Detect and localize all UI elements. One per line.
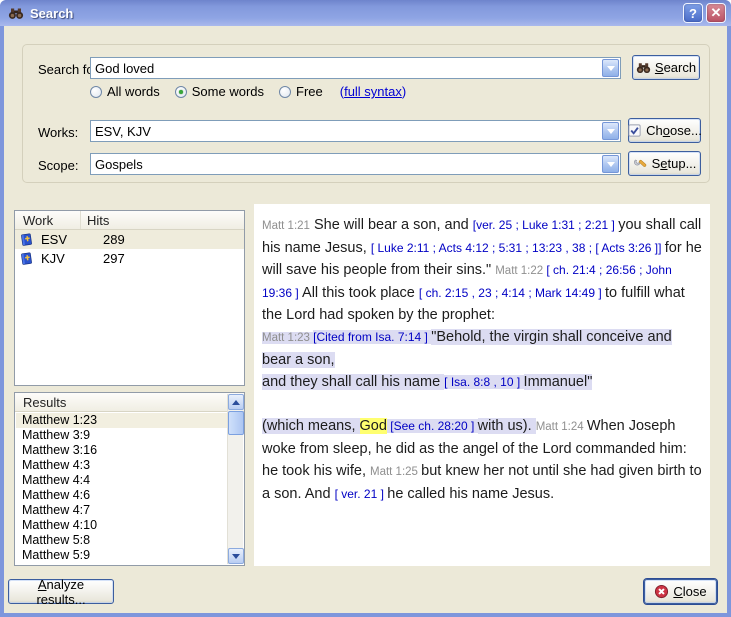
table-row[interactable]: KJV 297 xyxy=(15,249,244,268)
combobox-value: Gospels xyxy=(91,157,602,172)
work-name: KJV xyxy=(41,251,85,266)
results-header[interactable]: Results xyxy=(15,393,244,412)
works-label: Works: xyxy=(38,125,78,140)
scroll-down-icon[interactable] xyxy=(228,548,244,564)
combobox-value: ESV, KJV xyxy=(91,124,602,139)
search-dialog: Search ? ✕ Search for: God loved Search … xyxy=(0,0,731,617)
search-button[interactable]: Search xyxy=(632,55,700,80)
verse-text-pane: Matt 1:21 She will bear a son, and [ver.… xyxy=(254,204,710,566)
hits-column-header[interactable]: Hits xyxy=(81,211,244,229)
works-hits-rows: ESV 289 KJV 297 xyxy=(15,230,244,268)
close-circle-icon xyxy=(654,584,669,599)
window-title: Search xyxy=(30,6,680,21)
close-window-button[interactable]: ✕ xyxy=(706,3,726,23)
list-item[interactable]: Matthew 1:23 xyxy=(16,413,227,428)
choose-works-button[interactable]: Choose... xyxy=(628,118,701,143)
verse-label: Matt 1:22 xyxy=(495,265,546,277)
list-item[interactable]: Matthew 4:4 xyxy=(16,473,227,488)
dropdown-arrow-icon[interactable] xyxy=(602,155,619,173)
verse-text-run: All this took place xyxy=(302,285,419,301)
table-row[interactable]: ESV 289 xyxy=(15,230,244,249)
verse-label: Matt 1:23 xyxy=(262,332,313,344)
radio-icon xyxy=(175,86,187,98)
book-icon xyxy=(19,251,35,266)
verse-text-run: She will bear a son, and xyxy=(310,217,473,233)
works-combobox[interactable]: ESV, KJV xyxy=(90,120,621,142)
results-list: Matthew 1:23Matthew 3:9Matthew 3:16Matth… xyxy=(16,413,227,564)
help-button[interactable]: ? xyxy=(683,3,703,23)
binoculars-icon xyxy=(636,60,651,75)
works-hits-header: Work Hits xyxy=(15,211,244,230)
results-scrollbar[interactable] xyxy=(227,394,243,564)
word-mode-radios: All words Some words Free (full syntax) xyxy=(90,84,406,99)
verse-text-run: Immanuel" xyxy=(524,374,593,390)
list-item[interactable]: Matthew 4:3 xyxy=(16,458,227,473)
verse-text: Matt 1:21 She will bear a son, and [ver.… xyxy=(262,214,704,505)
list-item[interactable]: Matthew 4:10 xyxy=(16,518,227,533)
list-item[interactable]: Matthew 4:7 xyxy=(16,503,227,518)
list-item[interactable]: Matthew 4:6 xyxy=(16,488,227,503)
radio-label: All words xyxy=(107,84,160,99)
analyze-results-button[interactable]: Analyze results... xyxy=(8,579,114,604)
radio-label: Some words xyxy=(192,84,264,99)
list-item[interactable]: Matthew 3:9 xyxy=(16,428,227,443)
radio-free[interactable]: Free xyxy=(279,84,323,99)
work-name: ESV xyxy=(41,232,85,247)
verse-text-run: and they shall call his name xyxy=(262,374,444,390)
works-hits-panel: Work Hits ESV 289 KJV 297 xyxy=(14,210,245,386)
list-item[interactable]: Matthew 3:16 xyxy=(16,443,227,458)
verse-text-run: he called his name Jesus. xyxy=(387,486,554,502)
cross-reference[interactable]: [ Isa. 8:8 , 10 ] xyxy=(444,375,523,389)
verse-label: Matt 1:24 xyxy=(536,421,587,433)
cross-reference[interactable]: [Cited from Isa. 7:14 ] xyxy=(313,330,431,344)
radio-all-words[interactable]: All words xyxy=(90,84,160,99)
verse-label: Matt 1:25 xyxy=(370,466,421,478)
list-item[interactable]: Matthew 5:9 xyxy=(16,548,227,563)
scope-combobox[interactable]: Gospels xyxy=(90,153,621,175)
search-for-combobox[interactable]: God loved xyxy=(90,57,621,79)
combobox-value: God loved xyxy=(91,61,602,76)
wrench-icon xyxy=(633,156,648,171)
cross-reference[interactable]: [See ch. 28:20 ] xyxy=(387,419,478,433)
verse-label: Matt 1:21 xyxy=(262,220,310,232)
full-syntax-link[interactable]: (full syntax) xyxy=(340,84,407,99)
scroll-up-icon[interactable] xyxy=(228,394,244,410)
cross-reference[interactable]: [ ver. 21 ] xyxy=(335,487,388,501)
search-hit-highlight: God xyxy=(360,418,387,434)
checkbox-check-icon xyxy=(627,123,642,138)
scope-label: Scope: xyxy=(38,158,78,173)
verse-text-run: (which means, xyxy=(262,418,360,434)
radio-icon xyxy=(279,86,291,98)
work-hits: 297 xyxy=(103,251,125,266)
work-hits: 289 xyxy=(103,232,125,247)
list-item[interactable]: Matthew 5:8 xyxy=(16,533,227,548)
close-button[interactable]: Close xyxy=(644,579,717,604)
cross-reference[interactable]: [ ch. 2:15 , 23 ; 4:14 ; Mark 14:49 ] xyxy=(419,286,605,300)
radio-some-words[interactable]: Some words xyxy=(175,84,264,99)
cross-reference[interactable]: [ver. 25 ; Luke 1:31 ; 2:21 ] xyxy=(473,218,618,232)
setup-scope-button[interactable]: Setup... xyxy=(628,151,701,176)
work-column-header[interactable]: Work xyxy=(15,211,81,229)
dropdown-arrow-icon[interactable] xyxy=(602,122,619,140)
scrollbar-thumb[interactable] xyxy=(228,411,244,435)
radio-icon xyxy=(90,86,102,98)
list-item[interactable]: Matthew 5:34 xyxy=(16,563,227,564)
binoculars-icon xyxy=(8,5,25,22)
verse-text-run: with us). xyxy=(478,418,536,434)
radio-label: Free xyxy=(296,84,323,99)
results-panel: Results Matthew 1:23Matthew 3:9Matthew 3… xyxy=(14,392,245,566)
cross-reference[interactable]: [ Luke 2:11 ; Acts 4:12 ; 5:31 ; 13:23 ,… xyxy=(371,241,665,255)
book-icon xyxy=(19,232,35,247)
dropdown-arrow-icon[interactable] xyxy=(602,59,619,77)
titlebar[interactable]: Search ? ✕ xyxy=(0,0,731,26)
